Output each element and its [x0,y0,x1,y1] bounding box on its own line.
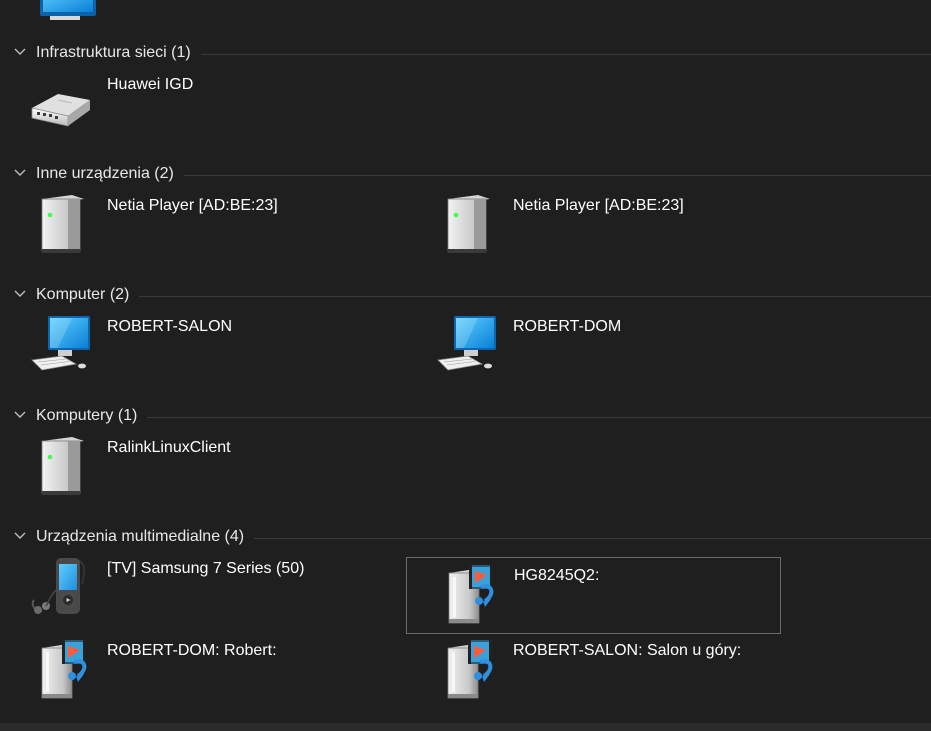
media-server-icon [435,561,499,625]
status-bar [0,723,931,731]
device-label: Netia Player [AD:BE:23] [513,197,684,214]
device-item[interactable]: ROBERT-SALON: Salon u góry: [406,633,781,708]
device-item[interactable]: HG8245Q2: [406,557,781,634]
media-player-phone-icon [28,554,92,618]
device-item[interactable]: Netia Player [AD:BE:23] [0,188,375,263]
device-item[interactable]: ROBERT-SALON [0,309,375,384]
device-label: ROBERT-DOM: Robert: [107,642,277,659]
group-separator [147,417,931,418]
device-label: RalinkLinuxClient [107,439,231,456]
router-icon [28,70,92,134]
device-item[interactable]: Huawei IGD [0,67,375,142]
chevron-down-icon[interactable] [13,168,27,178]
device-tower-icon [28,191,92,255]
device-label: ROBERT-SALON [107,318,233,335]
group-separator [183,175,931,176]
device-label: ROBERT-SALON: Salon u góry: [513,642,742,659]
media-server-icon [434,636,498,700]
group-header[interactable]: Inne urządzenia (2) [0,163,931,187]
group-separator [254,538,931,539]
chevron-down-icon[interactable] [13,410,27,420]
computer-icon [434,312,498,376]
computer-icon [28,312,92,376]
group-separator [200,54,931,55]
device-item[interactable]: Netia Player [AD:BE:23] [406,188,781,263]
device-tower-icon [28,433,92,497]
device-tower-icon [434,191,498,255]
media-server-icon [28,636,92,700]
device-label: HG8245Q2: [514,567,600,584]
computer-icon-partial [40,0,96,20]
group-title: Komputer (2) [36,286,130,303]
device-item[interactable]: [TV] Samsung 7 Series (50) [0,551,375,626]
device-label: Huawei IGD [107,76,194,93]
group-title: Komputery (1) [36,407,138,424]
device-item[interactable]: ROBERT-DOM [406,309,781,384]
device-label: Netia Player [AD:BE:23] [107,197,278,214]
device-item[interactable]: ROBERT-DOM: Robert: [0,633,375,708]
group-header[interactable]: Komputer (2) [0,284,931,308]
group-title: Infrastruktura sieci (1) [36,44,191,61]
chevron-down-icon[interactable] [13,289,27,299]
group-header[interactable]: Komputery (1) [0,405,931,429]
device-label: [TV] Samsung 7 Series (50) [107,560,305,577]
group-title: Urządzenia multimedialne (4) [36,528,245,545]
device-label: ROBERT-DOM [513,318,622,335]
group-separator [139,296,931,297]
chevron-down-icon[interactable] [13,531,27,541]
chevron-down-icon[interactable] [13,47,27,57]
group-header[interactable]: Infrastruktura sieci (1) [0,42,931,66]
device-item[interactable]: RalinkLinuxClient [0,430,375,505]
group-header[interactable]: Urządzenia multimedialne (4) [0,526,931,550]
group-title: Inne urządzenia (2) [36,165,174,182]
